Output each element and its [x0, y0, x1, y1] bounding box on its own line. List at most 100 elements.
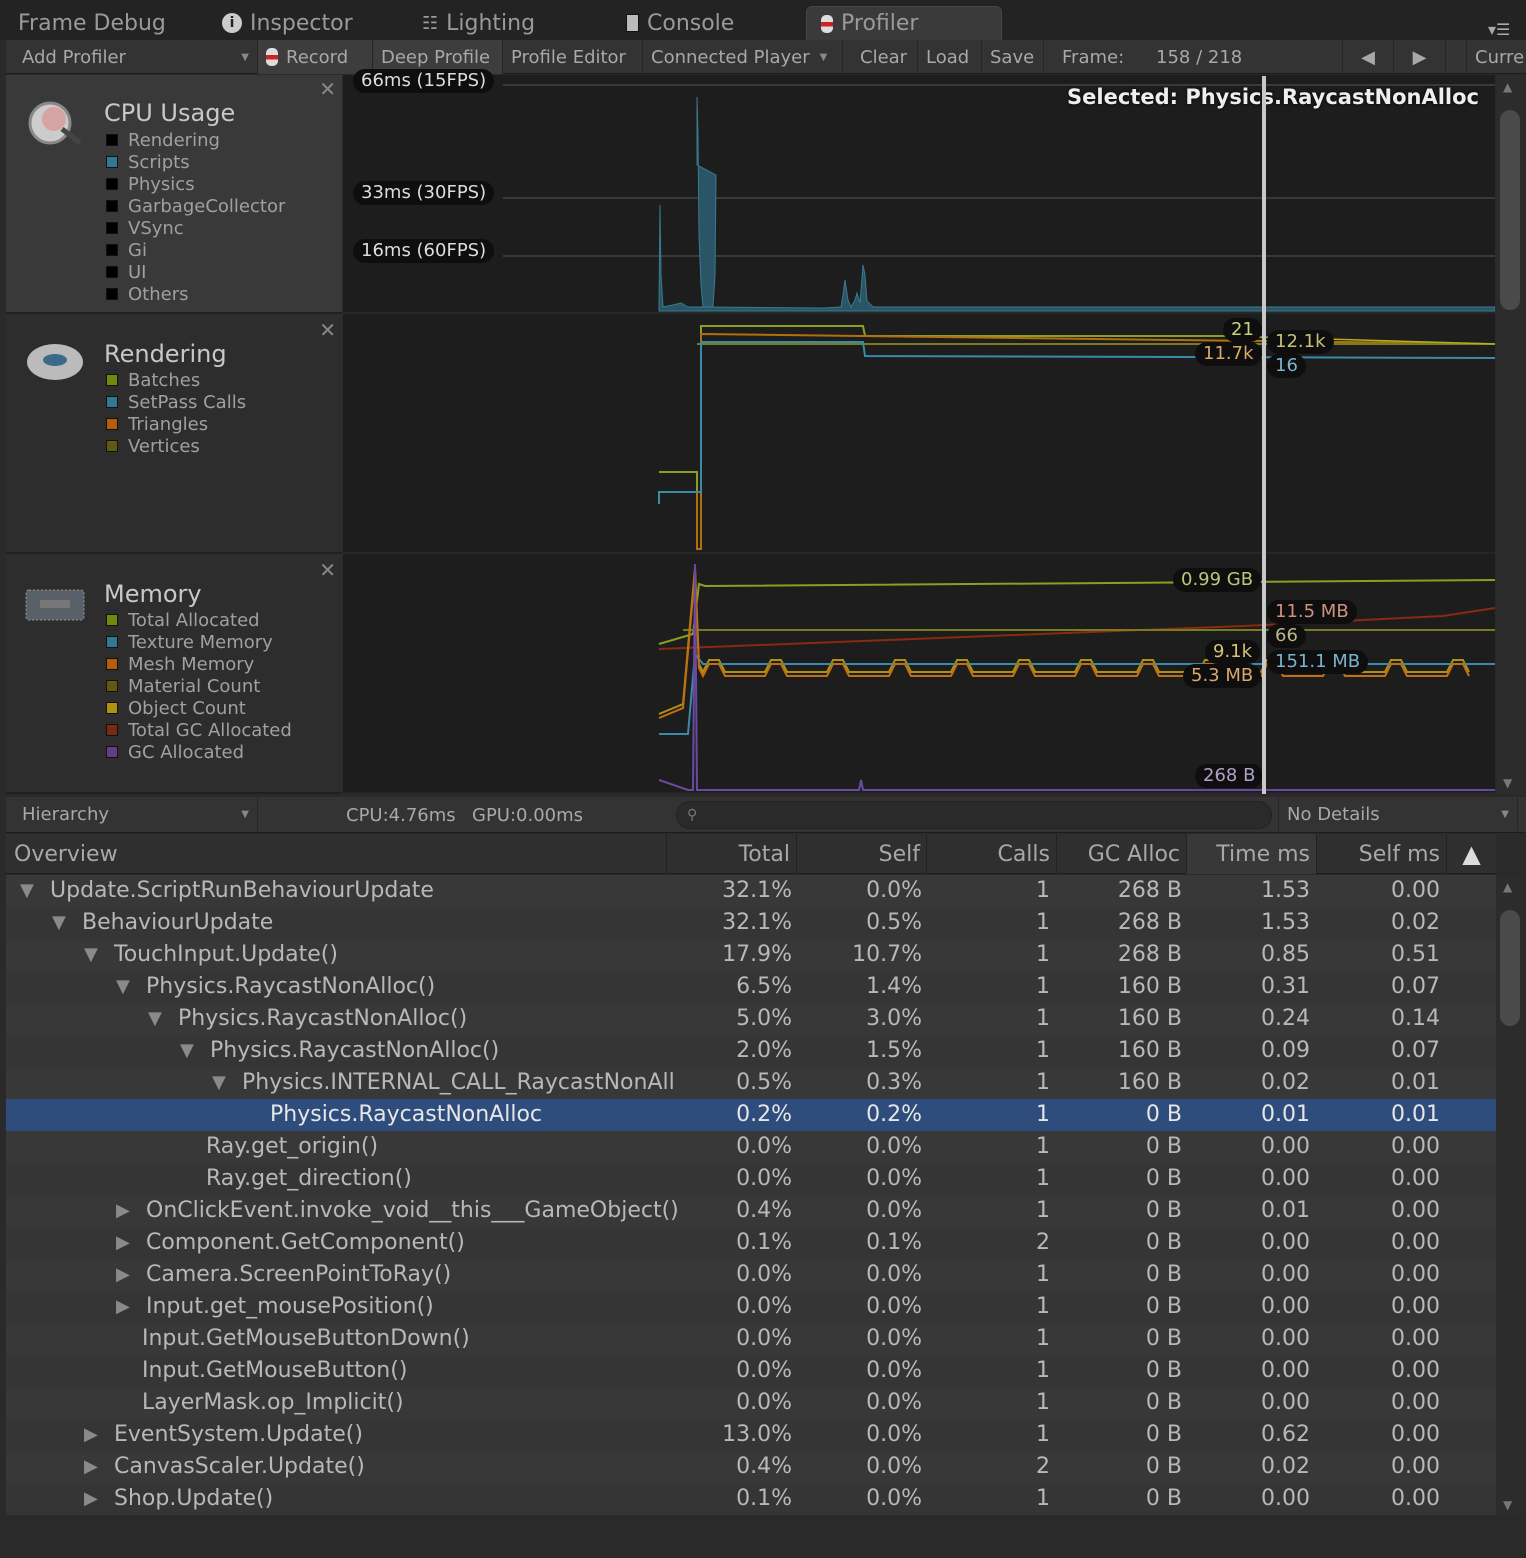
- connected-player-dropdown[interactable]: Connected Player ▼: [643, 40, 843, 74]
- rendering-graph[interactable]: 21 11.7k 12.1k 16: [343, 314, 1495, 554]
- scroll-down-icon[interactable]: ▼: [1503, 776, 1512, 790]
- legend-item[interactable]: Total GC Allocated: [106, 719, 292, 741]
- triangle-down-icon[interactable]: ▼: [52, 907, 66, 939]
- triangle-down-icon[interactable]: ▼: [212, 1067, 226, 1099]
- close-icon[interactable]: ✕: [319, 558, 336, 582]
- column-gc-alloc[interactable]: GC Alloc: [1056, 834, 1186, 874]
- triangle-down-icon[interactable]: ▼: [116, 971, 130, 1003]
- table-row[interactable]: LayerMask.op_Implicit() 0.0% 0.0% 1 0 B 0.00 0…: [6, 1387, 1496, 1419]
- legend-item[interactable]: GarbageCollector: [106, 195, 285, 217]
- details-dropdown[interactable]: No Details ▼: [1278, 797, 1518, 831]
- memory-graph[interactable]: 0.99 GB 11.5 MB 66 9.1k 151.1 MB 5.3 MB …: [343, 554, 1495, 794]
- legend-item[interactable]: Material Count: [106, 675, 260, 697]
- tab-console[interactable]: Console: [612, 6, 734, 40]
- table-row[interactable]: ▼ Physics.RaycastNonAlloc() 2.0% 1.5% 1 160 B…: [6, 1035, 1496, 1067]
- triangle-right-icon[interactable]: ▶: [116, 1291, 130, 1323]
- table-row[interactable]: ▶ Component.GetComponent() 0.1% 0.1% 2 0 B 0.0…: [6, 1227, 1496, 1259]
- clear-button[interactable]: Clear: [852, 40, 918, 74]
- table-row[interactable]: ▶ Shop.Update() 0.1% 0.0% 1 0 B 0.00 0.00: [6, 1483, 1496, 1515]
- table-row[interactable]: ▼ BehaviourUpdate 32.1% 0.5% 1 268 B 1.53 0.02: [6, 907, 1496, 939]
- triangle-right-icon[interactable]: ▶: [116, 1195, 130, 1227]
- hierarchy-scrollbar[interactable]: ▲ ▼: [1497, 876, 1523, 1516]
- legend-item[interactable]: Others: [106, 283, 189, 305]
- table-row[interactable]: ▶ Camera.ScreenPointToRay() 0.0% 0.0% 1 0 B 0.…: [6, 1259, 1496, 1291]
- tab-inspector[interactable]: i Inspector: [208, 6, 353, 40]
- scroll-up-icon[interactable]: ▲: [1503, 80, 1512, 94]
- record-button[interactable]: Record: [258, 40, 373, 74]
- legend-item[interactable]: Rendering: [106, 129, 220, 151]
- legend-item[interactable]: GC Allocated: [106, 741, 244, 763]
- save-button[interactable]: Save: [982, 40, 1044, 74]
- triangle-right-icon[interactable]: ▶: [84, 1483, 98, 1515]
- search-input[interactable]: [705, 806, 1246, 824]
- triangle-right-icon[interactable]: ▶: [116, 1227, 130, 1259]
- add-profiler-dropdown[interactable]: Add Profiler ▼: [14, 40, 258, 74]
- legend-item[interactable]: Texture Memory: [106, 631, 273, 653]
- table-row[interactable]: ▼ Physics.RaycastNonAlloc() 6.5% 1.4% 1 160 B…: [6, 971, 1496, 1003]
- close-icon[interactable]: ✕: [319, 318, 336, 342]
- table-row[interactable]: Ray.get_direction() 0.0% 0.0% 1 0 B 0.00 0.00: [6, 1163, 1496, 1195]
- legend-item[interactable]: Total Allocated: [106, 609, 260, 631]
- cpu-usage-graph[interactable]: 66ms (15FPS) 33ms (30FPS) 16ms (60FPS) S…: [343, 69, 1495, 314]
- triangle-down-icon[interactable]: ▼: [20, 875, 34, 907]
- scrollbar-thumb[interactable]: [1500, 110, 1520, 310]
- tab-lighting[interactable]: ☷ Lighting: [408, 6, 535, 40]
- triangle-right-icon[interactable]: ▶: [116, 1259, 130, 1291]
- triangle-down-icon[interactable]: ▼: [180, 1035, 194, 1067]
- legend-item[interactable]: Scripts: [106, 151, 190, 173]
- sort-ascending-icon[interactable]: ▲: [1446, 834, 1496, 874]
- triangle-right-icon[interactable]: ▶: [84, 1451, 98, 1483]
- table-row[interactable]: ▼ Physics.RaycastNonAlloc() 5.0% 3.0% 1 160 B…: [6, 1003, 1496, 1035]
- memory-module[interactable]: Memory Total Allocated Texture Memory Mesh…: [6, 554, 342, 794]
- column-time-ms[interactable]: Time ms: [1186, 834, 1316, 874]
- modules-scrollbar[interactable]: ▲ ▼: [1497, 76, 1523, 794]
- table-row[interactable]: Input.GetMouseButtonDown() 0.0% 0.0% 1 0 B 0.…: [6, 1323, 1496, 1355]
- view-mode-dropdown[interactable]: Hierarchy ▼: [14, 797, 258, 831]
- scroll-up-icon[interactable]: ▲: [1503, 880, 1512, 894]
- legend-item[interactable]: Object Count: [106, 697, 246, 719]
- table-row[interactable]: Ray.get_origin() 0.0% 0.0% 1 0 B 0.00 0.00: [6, 1131, 1496, 1163]
- column-overview[interactable]: Overview: [6, 834, 666, 874]
- table-row[interactable]: ▶ EventSystem.Update() 13.0% 0.0% 1 0 B 0.62 0.…: [6, 1419, 1496, 1451]
- column-total[interactable]: Total: [666, 834, 796, 874]
- selected-frame-marker[interactable]: [1262, 76, 1266, 794]
- legend-item[interactable]: Gi: [106, 239, 147, 261]
- legend-item[interactable]: Vertices: [106, 435, 200, 457]
- triangle-down-icon[interactable]: ▼: [148, 1003, 162, 1035]
- table-row[interactable]: Physics.RaycastNonAlloc 0.2% 0.2% 1 0 B 0.01 0…: [6, 1099, 1496, 1131]
- table-row[interactable]: ▼ Update.ScriptRunBehaviourUpdate 32.1% 0.0…: [6, 875, 1496, 907]
- tab-frame-debug[interactable]: Frame Debug: [4, 6, 166, 40]
- legend-item[interactable]: Physics: [106, 173, 195, 195]
- legend-item[interactable]: Mesh Memory: [106, 653, 254, 675]
- cpu-usage-module[interactable]: CPU Usage Rendering Scripts Physics Garbage…: [6, 75, 342, 314]
- scrollbar-thumb[interactable]: [1500, 910, 1520, 1026]
- column-calls[interactable]: Calls: [926, 834, 1056, 874]
- scroll-down-icon[interactable]: ▼: [1503, 1498, 1512, 1512]
- column-self[interactable]: Self: [796, 834, 926, 874]
- triangle-right-icon[interactable]: ▶: [84, 1419, 98, 1451]
- previous-frame-button[interactable]: ◀: [1342, 40, 1394, 74]
- table-row[interactable]: ▶ OnClickEvent.invoke_void__this___GameOb…: [6, 1195, 1496, 1227]
- profile-editor-button[interactable]: Profile Editor: [503, 40, 643, 74]
- tab-profiler[interactable]: Profiler: [806, 6, 1002, 40]
- next-frame-button[interactable]: ▶: [1394, 40, 1446, 74]
- legend-item[interactable]: Batches: [106, 369, 200, 391]
- table-row[interactable]: ▶ Input.get_mousePosition() 0.0% 0.0% 1 0 B 0.…: [6, 1291, 1496, 1323]
- current-frame-button[interactable]: Curre: [1466, 40, 1526, 74]
- triangle-down-icon[interactable]: ▼: [84, 939, 98, 971]
- column-self-ms[interactable]: Self ms: [1316, 834, 1446, 874]
- legend-item[interactable]: UI: [106, 261, 146, 283]
- load-button[interactable]: Load: [918, 40, 982, 74]
- table-row[interactable]: ▼ Physics.INTERNAL_CALL_RaycastNonAll 0.5%…: [6, 1067, 1496, 1099]
- table-row[interactable]: ▼ TouchInput.Update() 17.9% 10.7% 1 268 B 0.85…: [6, 939, 1496, 971]
- tab-menu-icon[interactable]: ▾☰: [1488, 20, 1510, 39]
- rendering-module[interactable]: Rendering Batches SetPass Calls Triangles V…: [6, 314, 342, 554]
- table-row[interactable]: ▶ CanvasScaler.Update() 0.4% 0.0% 2 0 B 0.02 0.…: [6, 1451, 1496, 1483]
- cell-selfms: 0.14: [1391, 1006, 1440, 1031]
- legend-item[interactable]: SetPass Calls: [106, 391, 246, 413]
- legend-item[interactable]: VSync: [106, 217, 184, 239]
- table-row[interactable]: Input.GetMouseButton() 0.0% 0.0% 1 0 B 0.00 0.…: [6, 1355, 1496, 1387]
- close-icon[interactable]: ✕: [319, 77, 336, 101]
- search-field[interactable]: ⚲: [676, 801, 1272, 829]
- legend-item[interactable]: Triangles: [106, 413, 208, 435]
